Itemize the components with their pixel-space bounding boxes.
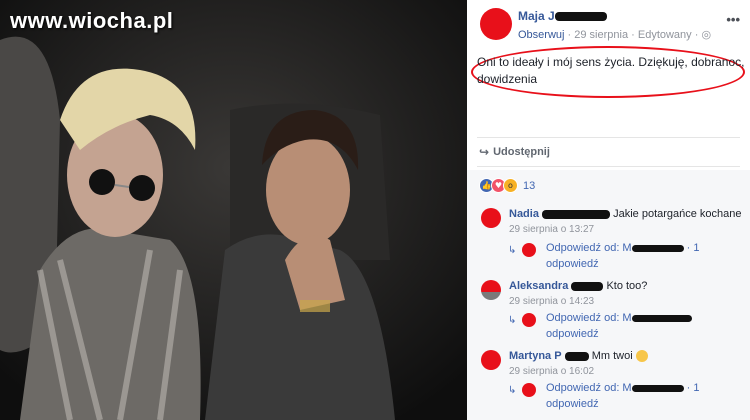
reply-label: Odpowiedź od: M — [546, 242, 632, 254]
comments-section: 👍 ♥ o 13 Nadia Jakie potargańce kochane … — [467, 170, 750, 420]
watermark: www.wiocha.pl — [10, 8, 174, 33]
commenter-avatar-redacted[interactable] — [481, 350, 501, 370]
comment-text: Mm twoi — [591, 350, 633, 362]
reply-label-line2: odpowiedź — [546, 258, 599, 270]
share-label: Udostępnij — [493, 146, 550, 158]
smile-emoji-icon — [635, 350, 648, 363]
author-avatar-redacted[interactable] — [480, 8, 512, 40]
commenter-name[interactable]: Aleksandra — [509, 280, 568, 292]
commenter-avatar-redacted[interactable] — [481, 208, 501, 228]
redaction-scribble — [631, 314, 692, 322]
share-icon: ↪ — [479, 145, 490, 159]
comment-text: Jakie potargańce kochane — [613, 208, 742, 220]
reply-label-line2: odpowiedź — [546, 328, 599, 340]
divider — [477, 166, 740, 167]
more-options-button[interactable]: ••• — [726, 12, 740, 27]
author-name[interactable]: Maja J — [518, 9, 607, 23]
divider — [477, 137, 740, 138]
redaction-scribble — [554, 12, 607, 22]
redaction-scribble — [571, 281, 604, 291]
redaction-scribble — [631, 384, 684, 392]
comment-time[interactable]: 29 sierpnia o 14:23 — [509, 296, 594, 307]
reply-avatar-redacted — [522, 383, 536, 397]
share-button[interactable]: ↪ Udostępnij — [479, 145, 550, 159]
reply-count: 1 — [693, 242, 700, 254]
comment-time[interactable]: 29 sierpnia o 13:27 — [509, 224, 594, 235]
wow-icon: o — [503, 178, 518, 193]
commenter-avatar-redacted[interactable] — [481, 280, 501, 300]
commenter-name[interactable]: Martyna P — [509, 350, 562, 362]
facebook-post-panel: Maja J ••• Obserwuj · 29 sierpnia · Edyt… — [467, 0, 750, 420]
reply-count: 1 — [693, 382, 700, 394]
comment-time[interactable]: 29 sierpnia o 16:02 — [509, 366, 594, 377]
reply-arrow-icon: ↳ — [508, 385, 517, 396]
post-date[interactable]: 29 sierpnia — [574, 29, 628, 41]
commenter-name[interactable]: Nadia — [509, 208, 539, 220]
comment-text: Kto too? — [606, 280, 648, 292]
edited-label[interactable]: Edytowany — [638, 29, 692, 41]
reply-label: Odpowiedź od: M — [546, 382, 632, 394]
redaction-scribble — [542, 209, 611, 219]
reply-label-line2: odpowiedź — [546, 398, 599, 410]
reply-arrow-icon: ↳ — [508, 315, 517, 326]
reply-arrow-icon: ↳ — [508, 245, 517, 256]
reply-avatar-redacted — [522, 313, 536, 327]
post-photo[interactable]: www.wiocha.pl — [0, 0, 467, 420]
post-text: Oni to ideały i mój sens życia. Dziękuję… — [477, 55, 745, 86]
redaction-scribble — [564, 351, 589, 361]
follow-link[interactable]: Obserwuj — [518, 29, 564, 41]
redaction-scribble — [631, 244, 684, 252]
reply-avatar-redacted — [522, 243, 536, 257]
author-name-text: Maja J — [518, 9, 555, 23]
globe-icon: ◎ — [701, 29, 712, 41]
post-meta: Obserwuj · 29 sierpnia · Edytowany · ◎ — [518, 29, 712, 41]
reactions-count: 13 — [523, 179, 536, 192]
photo-illustration — [0, 0, 467, 420]
reactions-summary[interactable]: 👍 ♥ o 13 — [479, 178, 535, 193]
reply-label: Odpowiedź od: M — [546, 312, 632, 324]
